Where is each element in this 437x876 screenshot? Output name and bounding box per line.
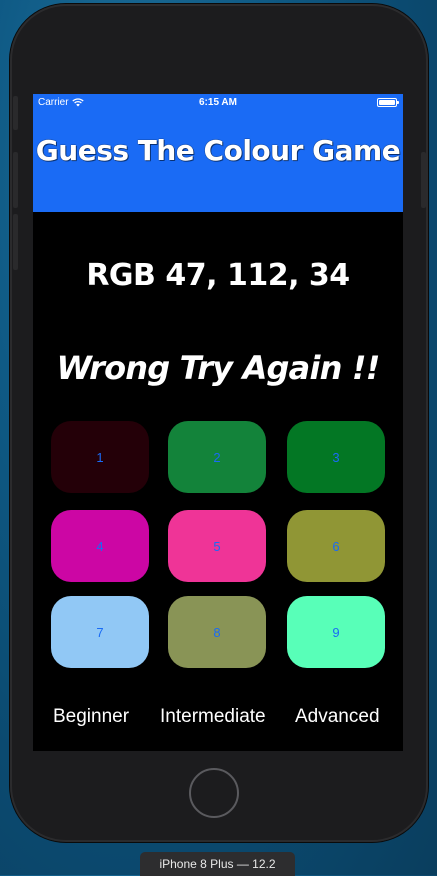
colour-tile-5[interactable]: 5 [168, 510, 266, 582]
colour-tile-9[interactable]: 9 [287, 596, 385, 668]
colour-tile-6[interactable]: 6 [287, 510, 385, 582]
colour-tile-1[interactable]: 1 [51, 421, 149, 493]
battery-icon [377, 98, 399, 107]
colour-tile-4[interactable]: 4 [51, 510, 149, 582]
difficulty-selector: Beginner Intermediate Advanced [33, 706, 403, 730]
app-screen: Carrier 6:15 AM Guess The Colour Game RG… [33, 94, 403, 751]
simulator-device-label: iPhone 8 Plus — 12.2 [140, 852, 295, 876]
volume-up-button [13, 152, 18, 208]
colour-tile-2[interactable]: 2 [168, 421, 266, 493]
colour-tile-3[interactable]: 3 [287, 421, 385, 493]
advanced-button[interactable]: Advanced [295, 706, 380, 728]
mute-switch [13, 96, 18, 130]
navigation-bar: Carrier 6:15 AM Guess The Colour Game [33, 94, 403, 212]
intermediate-button[interactable]: Intermediate [160, 706, 266, 728]
status-bar: Carrier 6:15 AM [33, 94, 403, 114]
volume-down-button [13, 214, 18, 270]
page-title: Guess The Colour Game [35, 134, 401, 167]
status-time: 6:15 AM [199, 97, 237, 108]
rgb-prompt: RGB 47, 112, 34 [86, 258, 350, 293]
result-message: Wrong Try Again !! [56, 349, 380, 387]
power-button [421, 152, 426, 208]
colour-tile-7[interactable]: 7 [51, 596, 149, 668]
colour-tile-8[interactable]: 8 [168, 596, 266, 668]
home-button[interactable] [189, 768, 239, 818]
beginner-button[interactable]: Beginner [53, 706, 129, 728]
